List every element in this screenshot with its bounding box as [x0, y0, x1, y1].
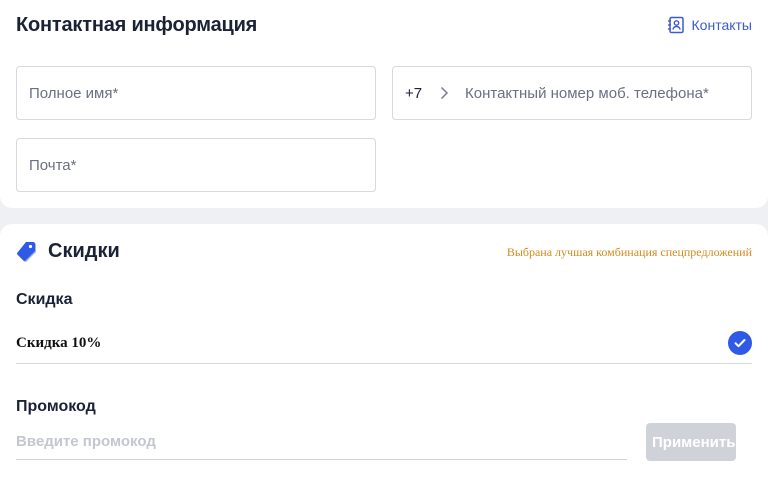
phone-field[interactable]: +7 Контактный номер моб. телефона * [392, 66, 752, 120]
contacts-link-label: Контакты [691, 17, 752, 33]
phone-prefix: +7 [405, 84, 423, 102]
email-placeholder: Почта [29, 156, 71, 174]
best-combo-note: Выбрана лучшая комбинация спецпредложени… [506, 245, 752, 259]
promo-code-input[interactable] [16, 424, 627, 460]
promo-label: Промокод [16, 398, 96, 415]
discounts-title: Скидки [48, 240, 120, 262]
full-name-placeholder: Полное имя [29, 84, 113, 102]
chevron-right-icon[interactable] [437, 86, 457, 100]
email-field[interactable]: Почта * [16, 138, 376, 192]
phone-placeholder: Контактный номер моб. телефона [465, 84, 703, 102]
discounts-header: Скидки [16, 240, 120, 263]
address-book-icon [667, 16, 685, 34]
discount-option-row[interactable]: Скидка 10% [16, 323, 752, 364]
discount-label: Скидка [16, 291, 73, 308]
apply-promo-button[interactable]: Применить [646, 423, 736, 461]
tag-icon [16, 241, 38, 263]
selected-discount-name: Скидка 10% [16, 334, 102, 351]
required-mark: * [70, 156, 77, 174]
contact-info-title: Контактная информация [16, 14, 258, 36]
full-name-field[interactable]: Полное имя * [16, 66, 376, 120]
required-mark: * [702, 84, 709, 102]
required-mark: * [112, 84, 119, 102]
check-circle-icon[interactable] [728, 331, 752, 355]
contacts-link[interactable]: Контакты [667, 16, 752, 34]
